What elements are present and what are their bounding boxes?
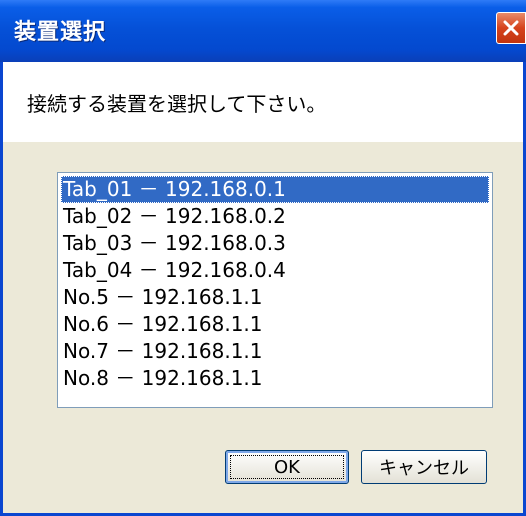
instruction-text: 接続する装置を選択して下さい。 xyxy=(27,92,327,116)
list-item-device-7[interactable]: No.7 － 192.168.1.1 xyxy=(61,338,489,365)
close-button[interactable] xyxy=(496,12,526,44)
ok-button[interactable]: OK xyxy=(225,450,349,484)
focus-indicator xyxy=(230,455,344,479)
list-item-device-8[interactable]: No.8 － 192.168.1.1 xyxy=(61,365,489,392)
cancel-button-label: キャンセル xyxy=(379,458,469,479)
list-item-device-1[interactable]: Tab_01 － 192.168.0.1 xyxy=(61,176,489,203)
cancel-button[interactable]: キャンセル xyxy=(361,450,487,484)
list-item-device-5[interactable]: No.5 － 192.168.1.1 xyxy=(61,284,489,311)
instruction-panel: 接続する装置を選択して下さい。 xyxy=(3,62,523,142)
list-item-device-6[interactable]: No.6 － 192.168.1.1 xyxy=(61,311,489,338)
close-icon xyxy=(503,20,519,36)
dialog-window: 装置選択 接続する装置を選択して下さい。 Tab_01 － 192.168.0.… xyxy=(0,0,526,516)
device-listbox[interactable]: Tab_01 － 192.168.0.1 Tab_02 － 192.168.0.… xyxy=(57,172,493,408)
title-bar[interactable]: 装置選択 xyxy=(0,0,526,62)
list-item-device-4[interactable]: Tab_04 － 192.168.0.4 xyxy=(61,257,489,284)
list-item-device-2[interactable]: Tab_02 － 192.168.0.2 xyxy=(61,203,489,230)
window-title: 装置選択 xyxy=(14,20,107,45)
list-item-device-3[interactable]: Tab_03 － 192.168.0.3 xyxy=(61,230,489,257)
